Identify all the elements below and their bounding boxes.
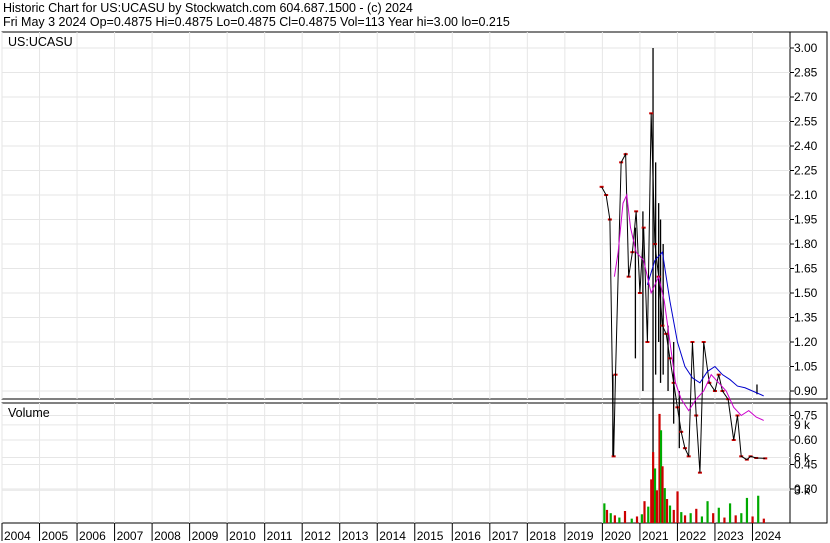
year-tick-label: 2005 (42, 529, 69, 543)
price-tick-label: 1.20 (794, 335, 818, 349)
year-tick-label: 2004 (4, 529, 31, 543)
year-tick-label: 2008 (154, 529, 181, 543)
price-tick-label: 3.00 (794, 41, 818, 55)
volume-bar (650, 479, 653, 523)
volume-bar (689, 513, 692, 523)
volume-tick-label: 3 k (794, 483, 811, 497)
year-tick-label: 2020 (604, 529, 631, 543)
year-tick-label: 2019 (567, 529, 594, 543)
price-tick-label: 2.25 (794, 164, 818, 178)
volume-bar (751, 516, 754, 523)
price-tick-label: 1.05 (794, 360, 818, 374)
price-tick-label: 2.55 (794, 115, 818, 129)
price-tick-label: 1.50 (794, 286, 818, 300)
price-panel-title: US:UCASU (8, 35, 73, 49)
year-tick-label: 2021 (642, 529, 669, 543)
volume-axis-ticks: 9 k 6 k 3 k (794, 418, 811, 497)
year-tick-label: 2023 (717, 529, 744, 543)
volume-bar (757, 495, 760, 523)
price-plot (599, 48, 768, 474)
volume-bar (652, 452, 655, 523)
year-tick-label: 2006 (79, 529, 106, 543)
volume-bar (663, 488, 666, 523)
volume-bar (728, 503, 732, 523)
year-tick-label: 2013 (342, 529, 369, 543)
volume-bar (655, 490, 658, 523)
price-tick-label: 1.35 (794, 311, 818, 325)
year-tick-label: 2024 (754, 529, 781, 543)
volume-bar (623, 511, 627, 523)
volume-bar (740, 513, 743, 523)
year-tick-label: 2015 (417, 529, 444, 543)
year-tick-label: 2017 (492, 529, 519, 543)
volume-panel-title: Volume (8, 406, 50, 420)
volume-bar (695, 508, 698, 523)
year-tick-label: 2012 (304, 529, 331, 543)
grid-lines (1, 32, 790, 523)
year-tick-label: 2009 (192, 529, 219, 543)
volume-bar (717, 507, 720, 523)
price-tick-label: 2.10 (794, 188, 818, 202)
volume-bar (723, 517, 726, 523)
price-tick-label: 2.40 (794, 139, 818, 153)
volume-bar (643, 501, 646, 523)
volume-bar (603, 503, 606, 523)
volume-bars (603, 413, 765, 523)
year-tick-label: 2011 (267, 529, 293, 543)
volume-bar (618, 517, 621, 523)
volume-bar (640, 514, 643, 523)
volume-bar (605, 509, 609, 523)
year-tick-label: 2016 (454, 529, 481, 543)
stock-chart: 3.00 2.85 2.70 2.55 2.40 2.25 2.10 1.95 1.80 1.65… (1, 31, 828, 543)
price-tick-label: 1.65 (794, 262, 818, 276)
volume-bar (734, 515, 737, 523)
price-tick-label: 0.90 (794, 384, 818, 398)
volume-bar (745, 497, 749, 523)
volume-bar (762, 518, 765, 523)
volume-tick-label: 9 k (794, 418, 811, 432)
volume-bar (665, 499, 669, 523)
volume-bar (635, 516, 639, 523)
volume-bar (700, 516, 704, 523)
volume-tick-label: 6 k (794, 451, 811, 465)
volume-bar (647, 506, 650, 523)
price-tick-label: 1.95 (794, 213, 818, 227)
year-tick-label: 2014 (379, 529, 406, 543)
year-tick-label: 2007 (117, 529, 144, 543)
price-tick-label: 2.70 (794, 90, 818, 104)
volume-bar (683, 515, 687, 523)
price-tick-label: 0.60 (794, 433, 818, 447)
volume-bar (661, 466, 664, 523)
year-tick-label: 2022 (679, 529, 706, 543)
year-axis-ticks: 2004 2005 2006 2007 2008 2009 2010 2011 2012 2013… (1, 523, 781, 543)
price-tick-label: 1.80 (794, 237, 818, 251)
price-tick-label: 2.85 (794, 66, 818, 80)
volume-bar (668, 505, 672, 523)
moving-average-blue (646, 251, 764, 397)
volume-bar (672, 509, 675, 523)
volume-bar (712, 513, 715, 523)
volume-bar (653, 468, 657, 523)
year-tick-label: 2018 (529, 529, 556, 543)
volume-bar (630, 518, 633, 523)
volume-bar (613, 515, 616, 523)
volume-bar (676, 491, 679, 523)
volume-bar (680, 512, 683, 523)
volume-bar (706, 501, 709, 523)
year-tick-label: 2010 (229, 529, 256, 543)
volume-bar (609, 513, 612, 523)
